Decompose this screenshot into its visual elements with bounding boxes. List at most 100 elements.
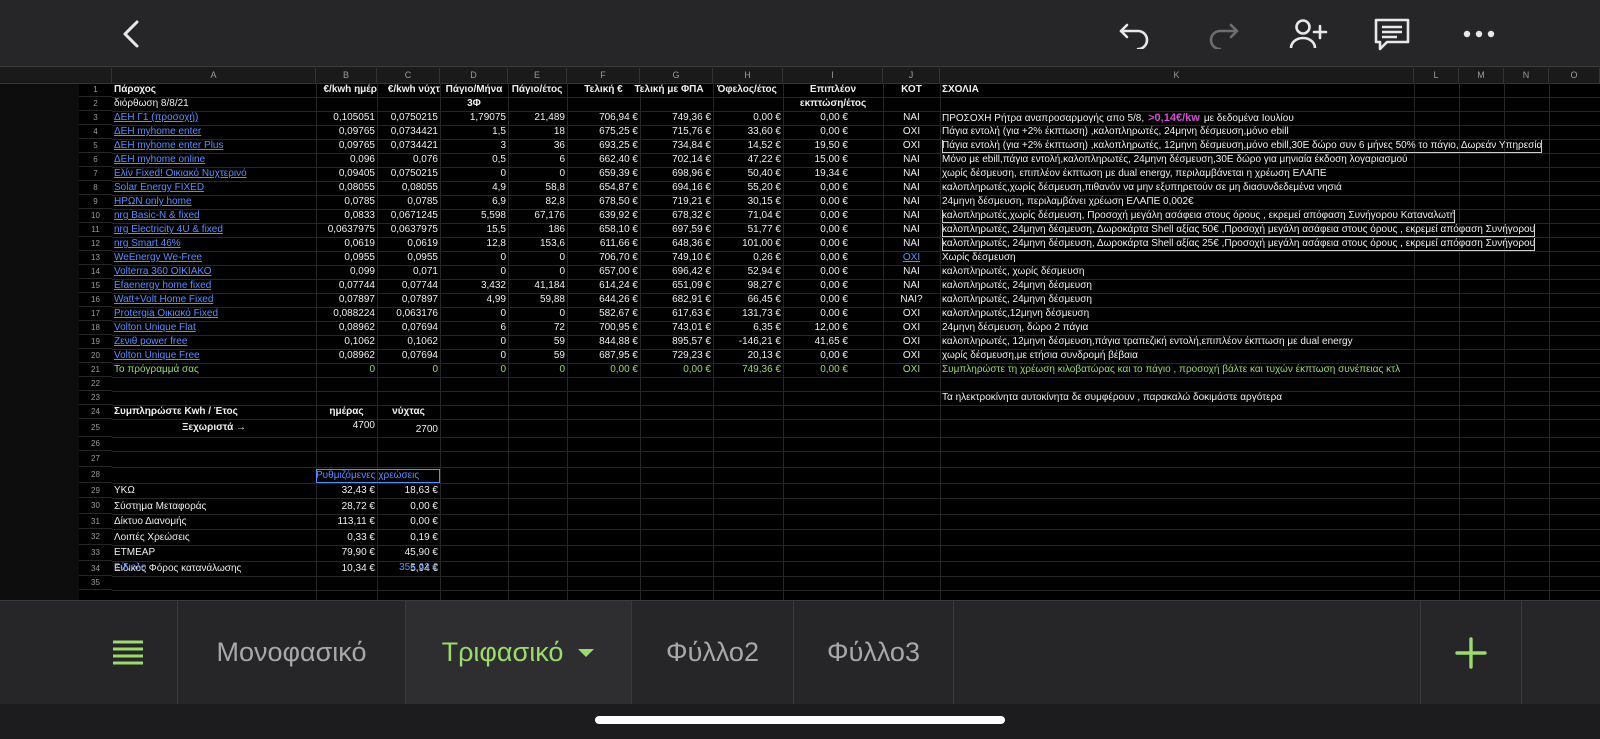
row-header[interactable]: 19	[79, 335, 112, 349]
header-final-vat[interactable]: Τελική με ΦΠΑ	[624, 83, 714, 97]
row-header[interactable]: 17	[79, 307, 112, 321]
provider-cell-c[interactable]: 0,07694	[377, 349, 438, 363]
provider-cell-e[interactable]: 0	[508, 307, 565, 321]
provider-cell-h[interactable]: 47,22 €	[713, 153, 781, 167]
provider-cell-d[interactable]: 0	[440, 349, 506, 363]
row-header[interactable]: 32	[79, 529, 112, 545]
header-monthly-fee[interactable]: Πάγιο/Μήνα	[440, 83, 508, 97]
provider-cell-i[interactable]: 0,00 €	[783, 181, 848, 195]
provider-comment[interactable]: καλοπληρωτές,12μηνη δέσμευση	[942, 307, 1089, 321]
provider-comment[interactable]: Μόνο με ebill,πάγια εντολή,καλοπληρωτές,…	[942, 153, 1408, 167]
provider-cell-j[interactable]: ΟΧΙ	[883, 125, 940, 139]
provider-cell-j[interactable]: ΟΧΙ	[883, 307, 940, 321]
provider-cell-d[interactable]: 3,432	[440, 279, 506, 293]
row-header[interactable]: 25	[79, 419, 112, 437]
provider-cell-i[interactable]: 0,00 €	[783, 307, 848, 321]
provider-cell-j[interactable]: ΝΑΙ	[883, 153, 940, 167]
row-header[interactable]: 14	[79, 265, 112, 279]
custom-plan-comment[interactable]: Συμπληρώστε τη χρέωση κιλοβατώρας και το…	[942, 363, 1400, 377]
header-night-price[interactable]: €/kwh νύχτ	[365, 83, 440, 97]
column-header[interactable]: D	[440, 68, 508, 83]
provider-cell-a[interactable]: Efaenergy home fixed	[114, 279, 314, 293]
provider-cell-h[interactable]: 71,04 €	[713, 209, 781, 223]
charge-cell-c[interactable]: 0,00 €	[377, 500, 438, 514]
provider-cell-c[interactable]: 0,0671245	[377, 209, 438, 223]
provider-cell-b[interactable]: 0,07897	[316, 293, 375, 307]
custom-plan-extra[interactable]: 0,00 €	[783, 363, 848, 377]
add-person-icon[interactable]	[1286, 12, 1330, 56]
provider-cell-a[interactable]: ΔΕΗ Γ1 (προσοχή)	[114, 111, 314, 125]
provider-comment[interactable]: 24μηνη δέσμευση, δώρο 2 πάγια	[942, 321, 1088, 335]
provider-comment[interactable]: καλοπληρωτές, χωρίς δέσμευση	[942, 265, 1084, 279]
provider-comment[interactable]: καλοπληρωτές, 24μηνη δέσμευση, Δωροκάρτα…	[942, 223, 1536, 237]
column-header[interactable]: E	[508, 68, 567, 83]
provider-cell-e[interactable]: 41,184	[508, 279, 565, 293]
provider-cell-c[interactable]: 0,07897	[377, 293, 438, 307]
provider-comment[interactable]: καλοπληρωτές, 24μηνη δέσμευση	[942, 293, 1092, 307]
provider-cell-i[interactable]: 0,00 €	[783, 111, 848, 125]
provider-cell-f[interactable]: 582,67 €	[567, 307, 638, 321]
charge-cell-c[interactable]: 0,00 €	[377, 515, 438, 529]
row-header[interactable]: 21	[79, 363, 112, 377]
charge-cell-a[interactable]: Δίκτυο Διανομής	[114, 515, 314, 529]
row-header[interactable]: 13	[79, 251, 112, 265]
custom-plan-yearly[interactable]: 0	[508, 363, 565, 377]
provider-cell-i[interactable]: 41,65 €	[783, 335, 848, 349]
header-extra-discount[interactable]: Επιπλέον	[783, 83, 883, 97]
provider-cell-c[interactable]: 0,071	[377, 265, 438, 279]
more-icon[interactable]	[1457, 12, 1501, 56]
charge-cell-b[interactable]: 113,11 €	[316, 515, 375, 529]
provider-comment[interactable]: καλοπληρωτές, 12μηνη δέσμευση,πάγια τραπ…	[942, 335, 1353, 349]
provider-cell-j[interactable]: ΟΧΙ	[883, 139, 940, 153]
provider-cell-j[interactable]: ΝΑΙ	[883, 167, 940, 181]
provider-comment[interactable]: καλοπληρωτές, 24μηνη δέσμευση, Δωροκάρτα…	[942, 237, 1536, 251]
provider-cell-j[interactable]: ΝΑΙ	[883, 223, 940, 237]
row-header[interactable]: 3	[79, 111, 112, 125]
provider-cell-d[interactable]: 6	[440, 321, 506, 335]
undo-icon[interactable]	[1113, 12, 1157, 56]
column-header[interactable]: F	[567, 68, 640, 83]
provider-cell-f[interactable]: 639,92 €	[567, 209, 638, 223]
provider-cell-e[interactable]: 59	[508, 335, 565, 349]
row-header[interactable]: 9	[79, 195, 112, 209]
provider-cell-g[interactable]: 648,36 €	[640, 237, 711, 251]
provider-cell-a[interactable]: ΔΕΗ myhome enter Plus	[114, 139, 314, 153]
custom-plan-night[interactable]: 0	[377, 363, 438, 377]
column-header[interactable]: J	[883, 68, 940, 83]
provider-cell-d[interactable]: 12,8	[440, 237, 506, 251]
provider-cell-g[interactable]: 698,96 €	[640, 167, 711, 181]
provider-cell-c[interactable]: 0,07744	[377, 279, 438, 293]
provider-cell-i[interactable]: 19,50 €	[783, 139, 848, 153]
provider-cell-h[interactable]: 0,26 €	[713, 251, 781, 265]
provider-cell-f[interactable]: 611,66 €	[567, 237, 638, 251]
provider-cell-b[interactable]: 0,09765	[316, 139, 375, 153]
provider-cell-i[interactable]: 0,00 €	[783, 279, 848, 293]
provider-cell-b[interactable]: 0,08962	[316, 321, 375, 335]
provider-cell-e[interactable]: 67,176	[508, 209, 565, 223]
provider-cell-h[interactable]: 0,00 €	[713, 111, 781, 125]
column-header[interactable]: K	[940, 68, 1414, 83]
back-icon[interactable]	[110, 12, 154, 56]
charge-cell-a[interactable]: ΕΤΜΕΑΡ	[114, 546, 314, 560]
provider-cell-g[interactable]: 651,09 €	[640, 279, 711, 293]
kwh-separate-label[interactable]: Ξεχωριστά →	[114, 421, 314, 435]
provider-cell-b[interactable]: 0,08962	[316, 349, 375, 363]
custom-plan-day[interactable]: 0	[316, 363, 375, 377]
row-header[interactable]: 7	[79, 167, 112, 181]
tab-monofasiko[interactable]: Μονοφασικό	[178, 601, 406, 704]
provider-cell-j[interactable]: ΟΧΙ	[883, 321, 940, 335]
provider-cell-b[interactable]: 0,09405	[316, 167, 375, 181]
provider-cell-i[interactable]: 12,00 €	[783, 321, 848, 335]
provider-cell-c[interactable]: 0,0955	[377, 251, 438, 265]
provider-cell-e[interactable]: 186	[508, 223, 565, 237]
provider-cell-b[interactable]: 0,096	[316, 153, 375, 167]
ev-note[interactable]: Τα ηλεκτροκίνητα αυτοκίνητα δε συμφέρουν…	[942, 391, 1282, 405]
provider-cell-g[interactable]: 895,57 €	[640, 335, 711, 349]
provider-cell-i[interactable]: 0,00 €	[783, 125, 848, 139]
tab-fyllo2[interactable]: Φύλλο2	[632, 601, 794, 704]
total-label[interactable]: Σύνολο	[114, 561, 146, 575]
custom-plan-final-vat[interactable]: 0,00 €	[640, 363, 711, 377]
provider-cell-i[interactable]: 0,00 €	[783, 293, 848, 307]
provider-cell-d[interactable]: 1,79075	[440, 111, 506, 125]
charge-cell-c[interactable]: 0,19 €	[377, 531, 438, 545]
